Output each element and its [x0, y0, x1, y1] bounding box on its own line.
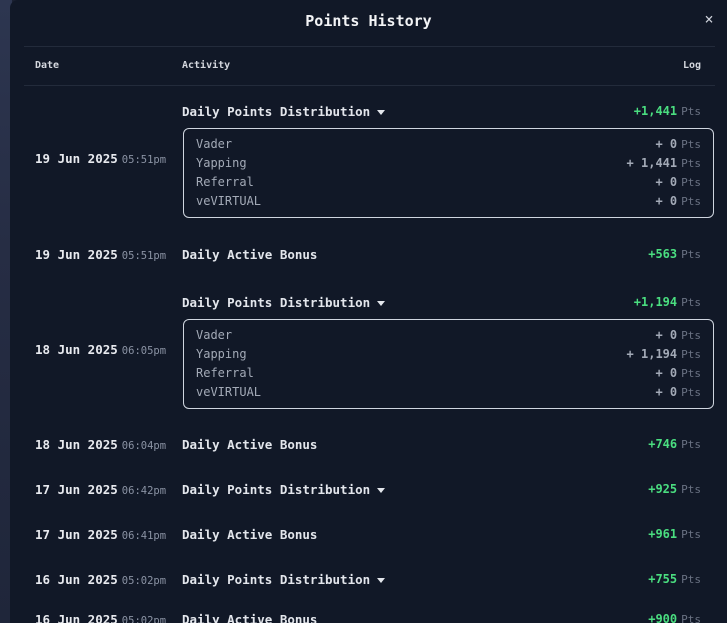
- row-date: 16 Jun 2025 05:02pm: [35, 572, 167, 587]
- modal-title: Points History: [305, 12, 432, 30]
- activity-toggle[interactable]: Daily Points Distribution: [182, 572, 386, 587]
- row-date: 19 Jun 2025 05:51pm: [35, 247, 167, 262]
- breakdown-item: Vader + 0 Pts: [196, 137, 701, 151]
- points-log: +1,194 Pts: [633, 295, 701, 309]
- points-log: +925 Pts: [648, 482, 701, 496]
- points-breakdown-panel: Vader + 0 Pts Yapping + 1,194 Pts Referral + …: [183, 319, 714, 409]
- chevron-down-icon: [377, 578, 386, 583]
- breakdown-item: Referral + 0 Pts: [196, 366, 701, 380]
- column-header-activity: Activity: [182, 60, 231, 71]
- row-time: 06:04pm: [121, 440, 167, 452]
- row-date: 17 Jun 2025 06:42pm: [35, 482, 167, 497]
- column-header-date: Date: [35, 60, 60, 71]
- activity-label: Daily Active Bonus: [182, 247, 318, 262]
- points-log: +900 Pts: [648, 612, 701, 623]
- chevron-down-icon: [377, 110, 386, 115]
- activity-label: Daily Active Bonus: [182, 612, 318, 623]
- row-time: 05:02pm: [121, 575, 167, 587]
- row-time: 05:02pm: [121, 615, 167, 623]
- activity-toggle[interactable]: Daily Points Distribution: [182, 295, 386, 310]
- points-history-modal: Points History × Date Activity Log 19 Ju…: [10, 0, 727, 623]
- points-log: +563 Pts: [648, 247, 701, 261]
- breakdown-item: veVIRTUAL + 0 Pts: [196, 194, 701, 208]
- row-date: 18 Jun 2025 06:04pm: [35, 437, 167, 452]
- breakdown-item: Yapping + 1,194 Pts: [196, 347, 701, 361]
- activity-toggle[interactable]: Daily Points Distribution: [182, 104, 386, 119]
- breakdown-item: veVIRTUAL + 0 Pts: [196, 385, 701, 399]
- chevron-down-icon: [377, 301, 386, 306]
- row-date: 16 Jun 2025 05:02pm: [35, 612, 166, 623]
- points-log: +1,441 Pts: [633, 104, 701, 118]
- points-log: +755 Pts: [648, 572, 701, 586]
- points-log: +746 Pts: [648, 437, 701, 451]
- breakdown-item: Vader + 0 Pts: [196, 328, 701, 342]
- points-log: +961 Pts: [648, 527, 701, 541]
- column-header-divider: [24, 85, 715, 86]
- header-divider: [24, 46, 715, 47]
- breakdown-item: Referral + 0 Pts: [196, 175, 701, 189]
- row-date: 19 Jun 2025 05:51pm: [35, 151, 167, 166]
- activity-label: Daily Active Bonus: [182, 527, 318, 542]
- column-header-log: Log: [682, 60, 701, 71]
- row-date: 18 Jun 2025 06:05pm: [35, 342, 167, 357]
- row-time: 05:51pm: [121, 154, 167, 166]
- close-icon[interactable]: ×: [701, 11, 717, 27]
- breakdown-item: Yapping + 1,441 Pts: [196, 156, 701, 170]
- points-breakdown-panel: Vader + 0 Pts Yapping + 1,441 Pts Referral + …: [183, 128, 714, 218]
- activity-label: Daily Active Bonus: [182, 437, 318, 452]
- row-date: 17 Jun 2025 06:41pm: [35, 527, 167, 542]
- row-time: 05:51pm: [121, 250, 167, 262]
- row-time: 06:41pm: [121, 530, 167, 542]
- row-time: 06:05pm: [121, 345, 167, 357]
- chevron-down-icon: [377, 488, 386, 493]
- row-time: 06:42pm: [121, 485, 167, 497]
- activity-toggle[interactable]: Daily Points Distribution: [182, 482, 386, 497]
